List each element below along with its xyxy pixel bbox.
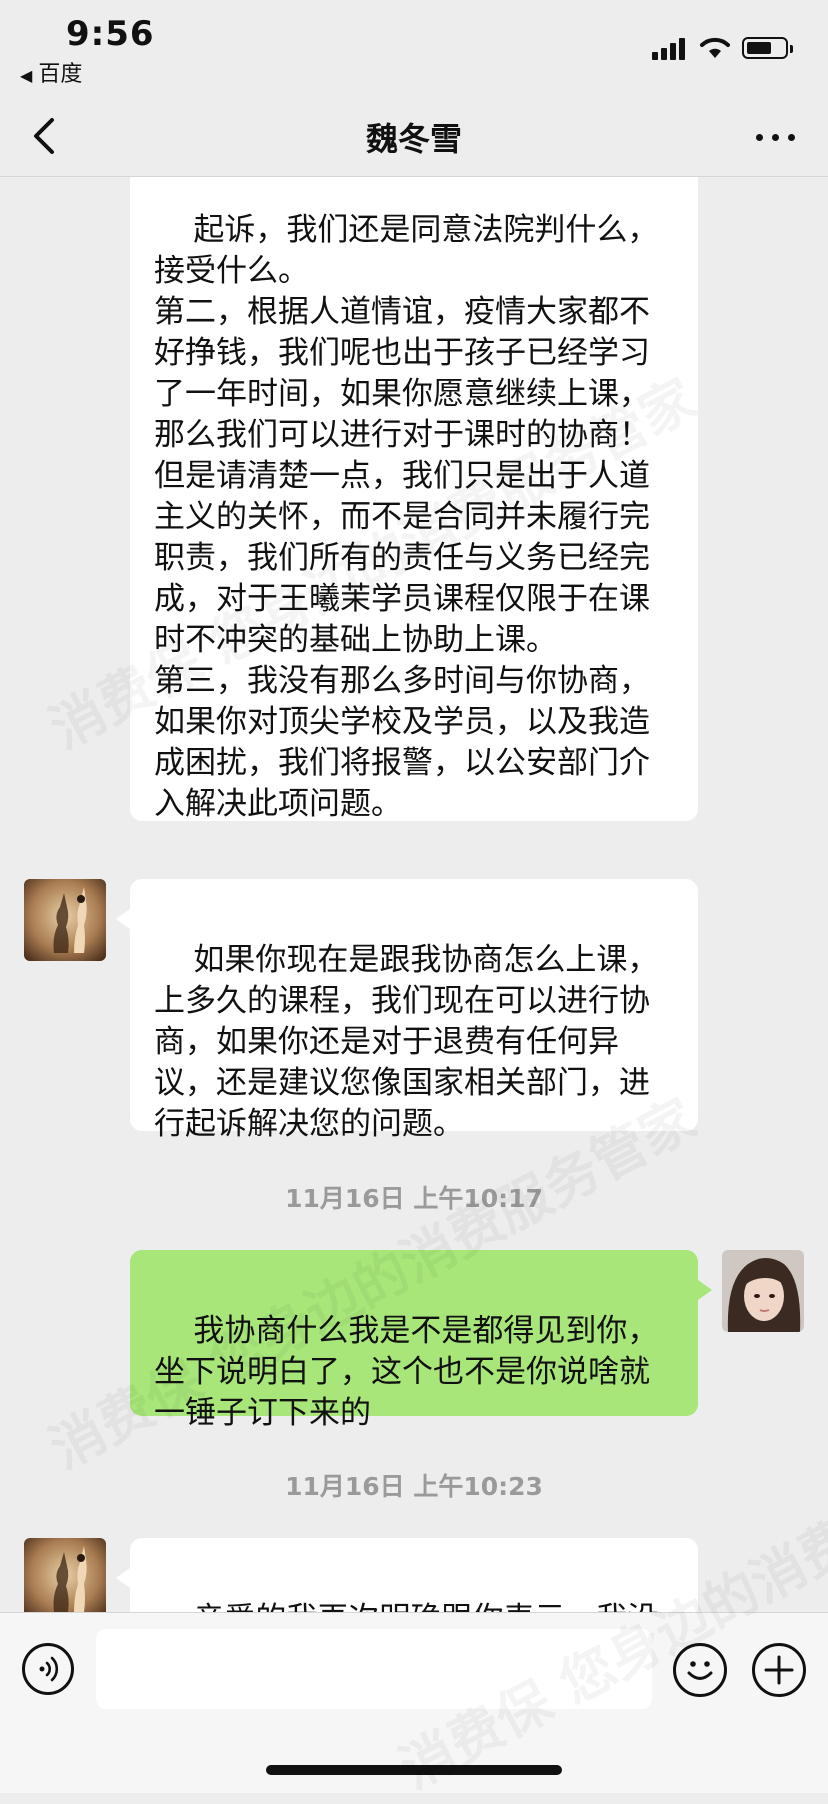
back-app-label: 百度 <box>38 62 83 87</box>
message-bubble-contact[interactable]: 亲爱的我再次明确跟你表示，我没 <box>116 1538 698 1612</box>
my-avatar[interactable] <box>722 1250 804 1332</box>
message-text: 如果你现在是跟我协商怎么上课，上多久的课程，我们现在可以进行协商，如果你还是对于… <box>154 942 659 1142</box>
portrait-avatar-image <box>722 1250 804 1332</box>
status-bar: 9:56 ◀ 百度 <box>0 0 828 96</box>
contact-avatar[interactable] <box>24 1538 106 1612</box>
input-toolbar <box>0 1612 828 1793</box>
chat-header: 魏冬雪 <box>0 96 828 177</box>
message-text: 我协商什么我是不是都得见到你，坐下说明白了，这个也不是你说啥就一锤子订下来的 <box>154 1313 659 1431</box>
message-text: 起诉，我们还是同意法院判什么， 接受什么。 第二，根据人道情谊，疫情大家都不好挣… <box>154 212 659 822</box>
emoji-icon[interactable] <box>673 1643 727 1697</box>
wifi-icon <box>700 37 730 58</box>
plus-icon[interactable] <box>752 1643 806 1697</box>
chat-title: 魏冬雪 <box>365 120 462 158</box>
status-time: 9:56 <box>66 14 155 54</box>
back-to-app-link[interactable]: ◀ 百度 <box>20 56 82 88</box>
signal-icon <box>652 36 688 60</box>
message-input[interactable] <box>96 1629 652 1709</box>
message-bubble-contact[interactable]: 起诉，我们还是同意法院判什么， 接受什么。 第二，根据人道情谊，疫情大家都不好挣… <box>130 177 698 822</box>
dancer-avatar-image <box>24 1538 106 1612</box>
ellipsis-icon[interactable] <box>754 116 798 156</box>
message-text: 亲爱的我再次明确跟你表示，我没 <box>193 1601 658 1612</box>
message-list[interactable]: 起诉，我们还是同意法院判什么， 接受什么。 第二，根据人道情谊，疫情大家都不好挣… <box>0 177 828 1612</box>
home-indicator[interactable] <box>266 1765 562 1775</box>
message-bubble-contact[interactable]: 如果你现在是跟我协商怎么上课，上多久的课程，我们现在可以进行协商，如果你还是对于… <box>116 879 698 1142</box>
message-timestamp: 11月16日 上午10:23 <box>285 1472 543 1501</box>
battery-icon <box>742 37 793 59</box>
message-timestamp: 11月16日 上午10:17 <box>285 1184 543 1213</box>
voice-icon[interactable] <box>22 1643 74 1695</box>
back-triangle-icon: ◀ <box>20 66 33 85</box>
contact-avatar[interactable] <box>24 879 106 961</box>
dancer-avatar-image <box>24 879 106 961</box>
message-bubble-me[interactable]: 我协商什么我是不是都得见到你，坐下说明白了，这个也不是你说啥就一锤子订下来的 <box>130 1250 712 1431</box>
